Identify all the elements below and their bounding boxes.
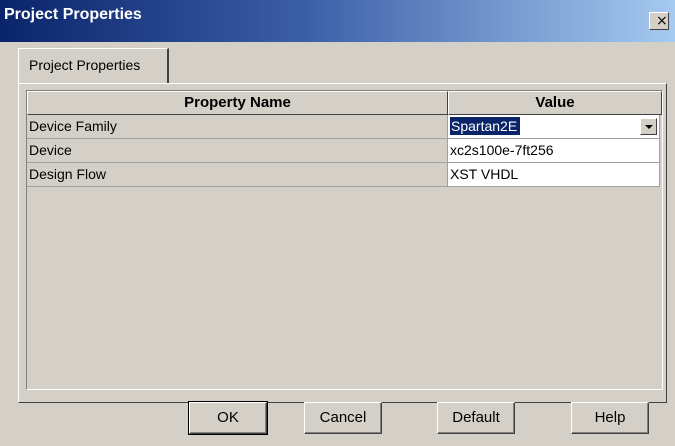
tab-label: Project Properties <box>29 57 141 73</box>
cancel-button[interactable]: Cancel <box>304 402 382 434</box>
dropdown-selected-value: Spartan2E <box>450 117 521 135</box>
default-button[interactable]: Default <box>437 402 515 434</box>
properties-grid: Property Name Value Device Family Sparta… <box>26 90 663 390</box>
property-name-cell: Device <box>27 139 448 163</box>
project-properties-dialog: Project Properties × Project Properties … <box>0 0 675 446</box>
window-title: Project Properties <box>4 6 142 23</box>
table-row[interactable]: Design Flow XST VHDL <box>27 163 662 187</box>
chevron-down-icon[interactable] <box>640 118 657 135</box>
help-button[interactable]: Help <box>571 402 649 434</box>
property-name-cell: Design Flow <box>27 163 448 187</box>
tab-project-properties[interactable]: Project Properties <box>18 48 169 84</box>
ok-button[interactable]: OK <box>188 401 268 435</box>
property-value-cell[interactable]: xc2s100e-7ft256 <box>448 139 660 163</box>
close-button[interactable]: × <box>649 12 669 30</box>
table-row[interactable]: Device Family Spartan2E <box>27 115 662 139</box>
column-header-property-name[interactable]: Property Name <box>27 91 448 115</box>
column-header-value[interactable]: Value <box>448 91 662 115</box>
property-name-cell: Device Family <box>27 115 448 139</box>
table-row[interactable]: Device xc2s100e-7ft256 <box>27 139 662 163</box>
property-value-cell[interactable]: XST VHDL <box>448 163 660 187</box>
title-bar[interactable]: Project Properties × <box>0 0 675 42</box>
device-family-dropdown[interactable]: Spartan2E <box>448 115 660 139</box>
